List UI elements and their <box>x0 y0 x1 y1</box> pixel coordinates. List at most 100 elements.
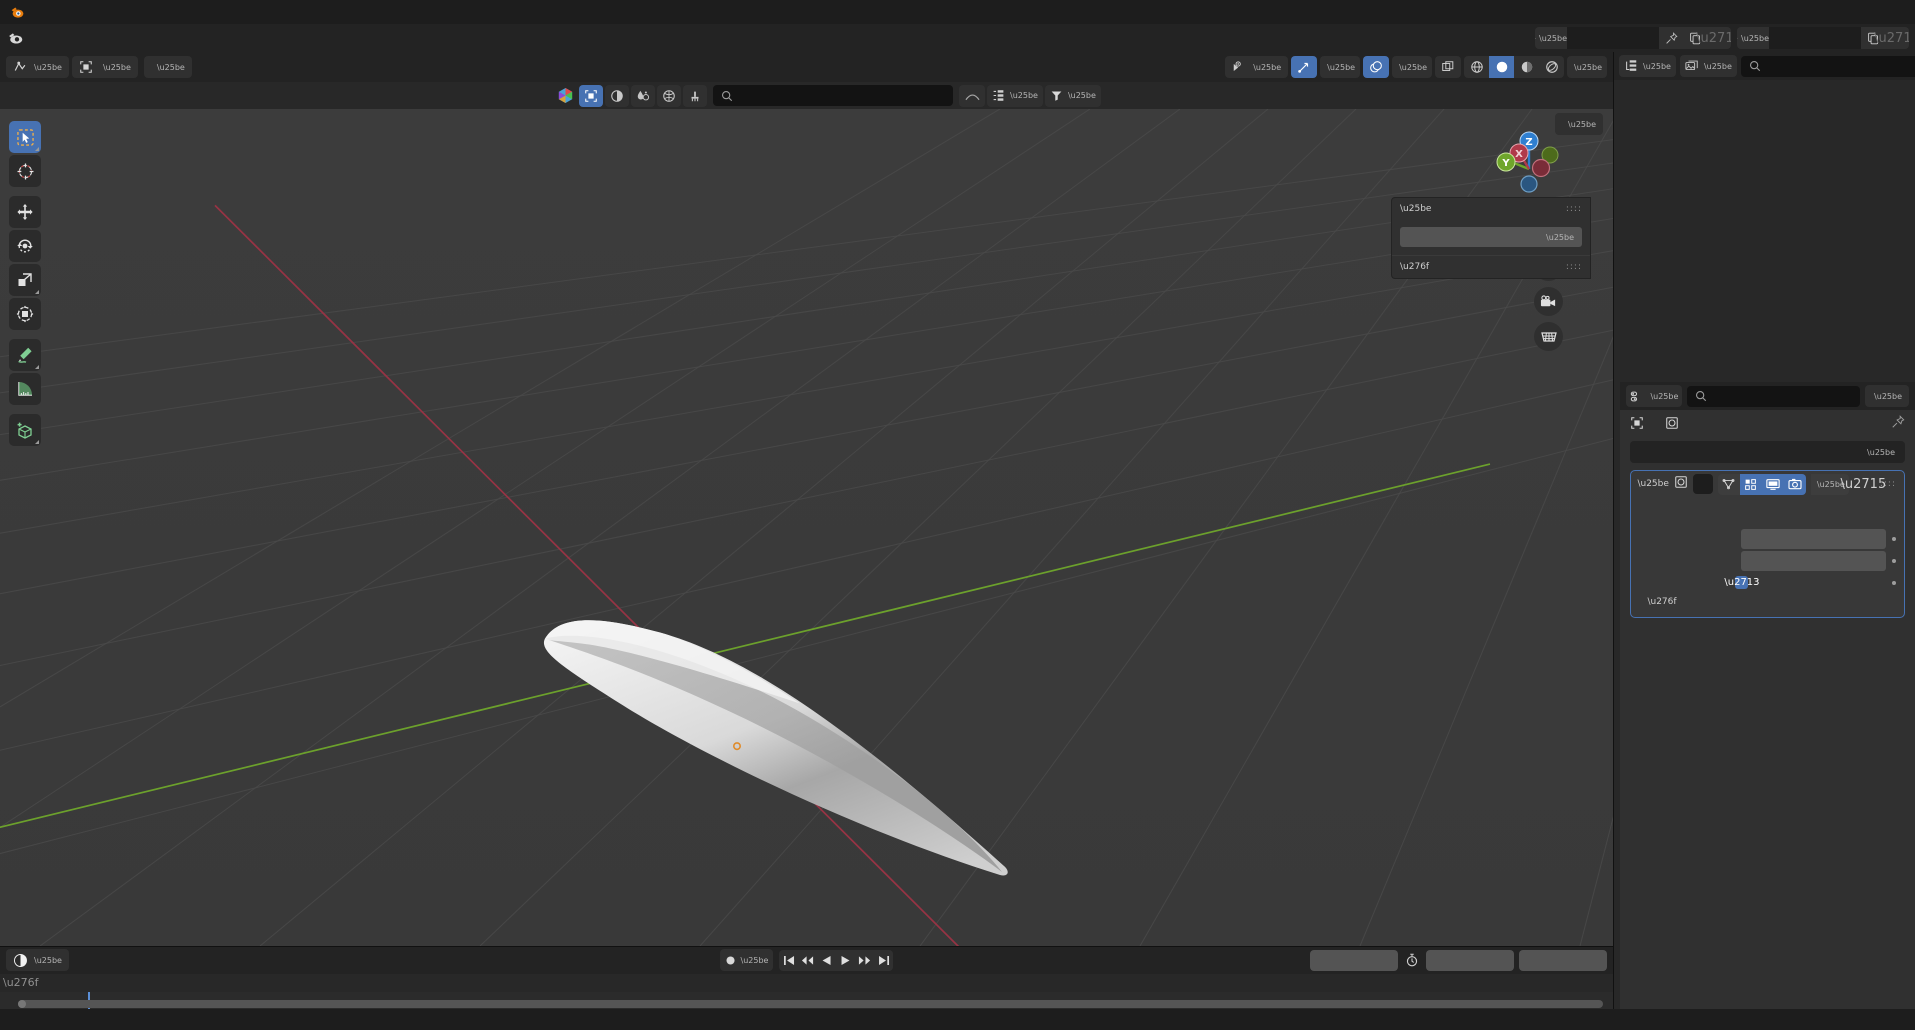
timeline-ruler[interactable]: \u276f <box>0 973 1613 993</box>
properties-options-dropdown[interactable]: \u25be <box>1865 385 1909 407</box>
remove-viewlayer-icon[interactable]: \u2715 <box>1874 27 1909 49</box>
shading-solid-icon[interactable] <box>605 84 629 107</box>
color-wheel-icon[interactable] <box>553 85 577 107</box>
pin-icon[interactable] <box>1891 414 1905 432</box>
close-button[interactable] <box>1869 0 1915 24</box>
filter-funnel-dropdown[interactable]: \u25be <box>1044 84 1101 107</box>
retopoflow-menu[interactable]: \u25be <box>143 56 192 78</box>
camera-view-icon[interactable] <box>1534 287 1563 316</box>
panel-grip-icon-2: :::: <box>1565 262 1582 272</box>
scene-name[interactable] <box>1567 27 1659 49</box>
filter-list-dropdown[interactable]: \u25be <box>987 84 1043 107</box>
overlays-toggle[interactable] <box>1363 56 1390 78</box>
xray-toggle[interactable] <box>1435 56 1462 78</box>
timeline-editor-type-button[interactable]: \u25be <box>6 949 69 972</box>
render-levels-field[interactable] <box>1741 551 1886 571</box>
modifier-expand-chevron-icon[interactable]: \u25be <box>1637 479 1668 489</box>
remove-scene-icon[interactable]: \u2715 <box>1696 27 1731 49</box>
viewport-canvas[interactable]: Z X Y \u25be \u25be:::: \u25be \u276f:… <box>0 109 1613 946</box>
jump-to-start-button[interactable] <box>779 950 798 971</box>
minimize-button[interactable] <box>1777 0 1823 24</box>
preview-range-icon[interactable] <box>1403 953 1421 967</box>
end-frame-field[interactable] <box>1519 949 1607 971</box>
expand-channels-icon[interactable]: \u276f <box>3 976 39 989</box>
move-tool[interactable] <box>9 196 41 228</box>
on-cage-toggle[interactable] <box>1717 473 1740 495</box>
realtime-toggle[interactable] <box>1761 473 1784 495</box>
levels-viewport-field[interactable] <box>1741 529 1886 549</box>
toggle-perspective-icon[interactable] <box>1534 322 1563 351</box>
auto-keying-toggle[interactable]: \u25be <box>719 949 774 972</box>
scene-properties-icon[interactable] <box>631 84 655 107</box>
object-select-tool-icon[interactable] <box>579 84 603 107</box>
gizmos-toggle[interactable] <box>1291 56 1318 78</box>
animate-property-dot-2[interactable] <box>1892 559 1896 563</box>
advanced-subpanel-header[interactable]: \u276f <box>1647 597 1896 607</box>
viewport-scene <box>0 109 1613 946</box>
viewlayer-name[interactable] <box>1769 27 1861 49</box>
pin-scene-icon[interactable] <box>1659 27 1683 49</box>
rendered-shading-icon[interactable] <box>1539 56 1564 78</box>
viewport-options-button[interactable]: \u25be <box>1555 113 1603 135</box>
cursor-tool[interactable] <box>9 155 41 187</box>
properties-editor-type-button[interactable]: \u25be <box>1626 385 1683 407</box>
solid-shading-icon[interactable] <box>1489 56 1515 78</box>
next-keyframe-button[interactable] <box>855 950 874 971</box>
outliner-editor-type-button[interactable]: \u25be <box>1619 55 1676 77</box>
timeline-frame-fields <box>1310 949 1607 971</box>
scale-tool[interactable] <box>9 264 41 296</box>
falloff-icon[interactable] <box>959 84 985 107</box>
npanel-header[interactable]: \u25be :::: <box>1392 198 1590 220</box>
modifier-grip-icon[interactable]: :::: <box>1878 479 1898 489</box>
npanel-body: \u25be <box>1392 220 1590 247</box>
properties-search-input[interactable] <box>1687 385 1861 407</box>
render-toggle[interactable] <box>1783 473 1806 495</box>
modifier-panel: \u25be \u25be \u2715:::: \u2713 \u276f <box>1630 470 1905 618</box>
editor-type-button[interactable]: \u25be <box>6 56 69 78</box>
brush-icon[interactable] <box>683 84 707 107</box>
gizmos-dropdown[interactable]: \u25be <box>1320 56 1361 78</box>
shading-mode-group[interactable] <box>1464 56 1565 78</box>
world-properties-icon[interactable] <box>657 84 681 107</box>
transform-npanel: \u25be :::: \u25be \u276f:::: <box>1391 197 1591 279</box>
material-shading-icon[interactable] <box>1514 56 1539 78</box>
edit-mode-toggle[interactable] <box>1739 473 1762 495</box>
previous-keyframe-button[interactable] <box>798 950 817 971</box>
start-frame-field[interactable] <box>1426 949 1514 971</box>
scene-datablock[interactable]: \u25be \u2715 <box>1535 27 1731 49</box>
measure-tool[interactable] <box>9 373 41 405</box>
shading-dropdown[interactable]: \u25be <box>1567 56 1607 78</box>
viewport-search-input[interactable] <box>713 85 953 106</box>
tweak-tool[interactable] <box>9 121 41 153</box>
properties-subpanel-header[interactable]: \u276f :::: <box>1392 255 1590 272</box>
timeline-track[interactable] <box>0 992 1613 1010</box>
transform-tool[interactable] <box>9 298 41 330</box>
visibility-dropdown[interactable]: \u25be <box>1225 56 1289 78</box>
jump-to-end-button[interactable] <box>874 950 893 971</box>
play-button[interactable] <box>836 950 855 971</box>
overlays-dropdown[interactable]: \u25be <box>1392 56 1433 78</box>
outliner-search-input[interactable] <box>1740 55 1915 77</box>
modifier-name-field[interactable] <box>1692 474 1713 494</box>
interaction-mode-dropdown[interactable]: \u25be <box>71 56 138 78</box>
outliner-search-field[interactable] <box>1766 59 1915 73</box>
blender-menu-icon[interactable] <box>6 27 28 49</box>
viewlayer-datablock[interactable]: \u25be \u2715 <box>1737 27 1909 49</box>
maximize-button[interactable] <box>1823 0 1869 24</box>
animate-property-dot[interactable] <box>1892 537 1896 541</box>
wireframe-shading-icon[interactable] <box>1464 56 1489 78</box>
current-frame-field[interactable] <box>1310 949 1398 971</box>
timeline-scrollbar[interactable] <box>18 1000 1603 1009</box>
rotation-mode-dropdown[interactable]: \u25be <box>1400 227 1582 247</box>
optimal-display-checkbox[interactable]: \u2713 <box>1724 576 1760 589</box>
add-cube-tool[interactable] <box>9 414 41 446</box>
rotate-tool[interactable] <box>9 230 41 262</box>
play-reverse-button[interactable] <box>817 950 836 971</box>
modifier-delete-button[interactable]: \u2715 <box>1841 474 1887 495</box>
modifier-icon <box>1666 417 1679 429</box>
annotate-tool[interactable] <box>9 339 41 371</box>
outliner-display-mode-dropdown[interactable]: \u25be <box>1679 55 1737 77</box>
add-modifier-button[interactable]: \u25be <box>1630 441 1905 463</box>
animate-property-dot-3[interactable] <box>1892 580 1896 585</box>
navigation-gizmo[interactable]: Z X Y <box>1485 123 1569 207</box>
